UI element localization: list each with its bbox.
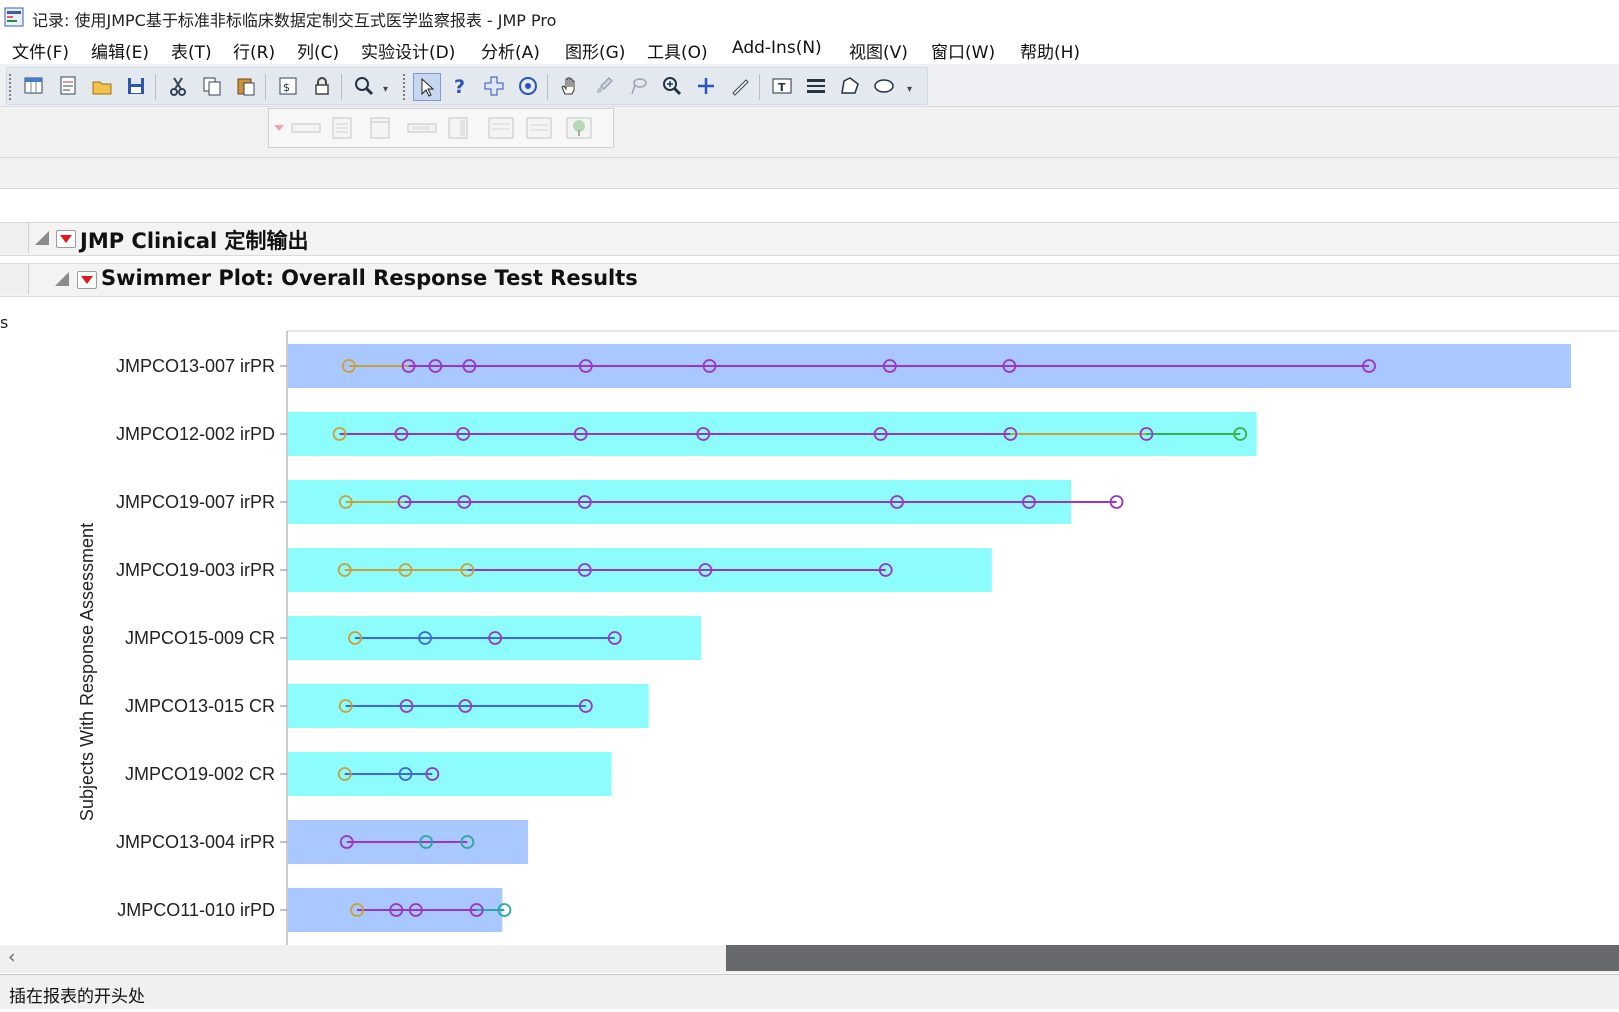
menu-item-0[interactable]: 文件(F) [12, 38, 69, 63]
layout-toolbar [0, 107, 1619, 158]
menu-item-9[interactable]: Add-Ins(N) [732, 38, 822, 58]
red-triangle-menu-icon[interactable] [77, 271, 97, 289]
cut-icon[interactable] [165, 73, 191, 99]
menu-item-7[interactable]: 图形(G) [565, 38, 625, 63]
lasso-icon[interactable] [625, 73, 651, 99]
y-tick-label: JMPCO13-015 CR [125, 696, 275, 716]
search-icon[interactable] [351, 73, 377, 99]
open-icon[interactable] [89, 73, 115, 99]
svg-text:$: $ [283, 81, 290, 94]
target-icon[interactable] [515, 73, 541, 99]
jmp-app-icon [4, 7, 24, 27]
save-icon[interactable] [123, 73, 149, 99]
svg-text:T: T [778, 81, 786, 94]
outline-title-clinical: JMP Clinical 定制输出 [80, 229, 309, 253]
line-tool-icon[interactable] [727, 73, 753, 99]
menu-item-4[interactable]: 列(C) [297, 38, 339, 63]
swimmer-plot-chart[interactable]: Subjects With Response Assessment JMPCO13… [0, 325, 1619, 945]
outline-box-icon[interactable] [485, 115, 517, 141]
ellipse-icon[interactable] [871, 73, 897, 99]
brush-icon[interactable] [591, 73, 617, 99]
menu-item-2[interactable]: 表(T) [171, 38, 212, 63]
outline-title-swimmer: Swimmer Plot: Overall Response Test Resu… [101, 266, 638, 290]
y-tick-label: JMPCO13-004 irPR [116, 832, 275, 852]
v-list-icon[interactable] [329, 115, 355, 141]
disclosure-triangle-icon[interactable] [35, 231, 49, 245]
tab-box-icon[interactable] [405, 115, 439, 141]
hand-icon[interactable] [557, 73, 583, 99]
menu-item-11[interactable]: 窗口(W) [931, 38, 995, 63]
disclosure-triangle-icon[interactable] [55, 272, 69, 286]
outline-gutter [0, 223, 29, 253]
h-list-icon[interactable] [289, 115, 323, 141]
menu-item-6[interactable]: 分析(A) [481, 38, 540, 63]
lines-icon[interactable] [803, 73, 829, 99]
outline-gutter [0, 264, 29, 294]
toolbar-overflow-icon[interactable]: ▾ [383, 84, 388, 95]
y-tick-label: JMPCO15-009 CR [125, 628, 275, 648]
menu-item-10[interactable]: 视图(V) [849, 38, 908, 63]
paste-icon[interactable] [233, 73, 259, 99]
menu-item-12[interactable]: 帮助(H) [1020, 38, 1080, 63]
new-data-table-icon[interactable] [21, 73, 47, 99]
dropdown-icon[interactable] [269, 115, 289, 141]
script-editor-icon[interactable]: $ [275, 73, 301, 99]
help-icon[interactable]: ? [447, 73, 473, 99]
polygon-icon[interactable] [837, 73, 863, 99]
toolbar-panel: $ ▾ ? T ▾ [6, 67, 928, 105]
scroll-left-icon[interactable]: ‹ [8, 946, 16, 968]
scroll-thumb[interactable] [726, 945, 1619, 971]
text-annotate-icon[interactable]: T [769, 73, 795, 99]
y-tick-label: JMPCO19-007 irPR [116, 492, 275, 512]
y-tick-label: JMPCO13-007 irPR [116, 356, 275, 376]
subject-bar[interactable] [288, 752, 612, 796]
status-bar: 插在报表的开头处 [0, 974, 1619, 1009]
svg-text:?: ? [454, 76, 465, 97]
toolbar-grip[interactable] [403, 74, 408, 100]
layout-toolbar-panel [268, 108, 614, 148]
y-tick-label: JMPCO11-010 irPD [117, 900, 275, 920]
arrow-select-icon[interactable] [413, 73, 441, 101]
red-triangle-menu-icon[interactable] [56, 230, 76, 248]
y-axis-title: Subjects With Response Assessment [77, 523, 97, 821]
y-tick-label: JMPCO12-002 irPD [116, 424, 275, 444]
report-header-band [0, 158, 1619, 189]
menu-item-5[interactable]: 实验设计(D) [361, 38, 455, 63]
copy-icon[interactable] [199, 73, 225, 99]
menu-item-3[interactable]: 行(R) [233, 38, 275, 63]
title-bar: 记录: 使用JMPC基于标准非标临床数据定制交互式医学监察报表 - JMP Pr… [0, 0, 1619, 34]
lock-icon[interactable] [309, 73, 335, 99]
window-title: 记录: 使用JMPC基于标准非标临床数据定制交互式医学监察报表 - JMP Pr… [32, 11, 557, 30]
plus-icon[interactable] [693, 73, 719, 99]
horizontal-scrollbar[interactable]: ‹ [0, 945, 1619, 973]
y-tick-label: JMPCO19-002 CR [125, 764, 275, 784]
new-script-icon[interactable] [55, 73, 81, 99]
table-box-icon[interactable] [523, 115, 555, 141]
y-tick-label: JMPCO19-003 irPR [116, 560, 275, 580]
panel-icon[interactable] [367, 115, 393, 141]
toolbar-grip[interactable] [9, 74, 14, 100]
toolbar-overflow-icon[interactable]: ▾ [907, 84, 912, 95]
menu-item-8[interactable]: 工具(O) [647, 38, 708, 63]
outline-swimmer-plot: Swimmer Plot: Overall Response Test Resu… [0, 263, 1619, 297]
menu-bar: 文件(F) 编辑(E) 表(T) 行(R) 列(C) 实验设计(D) 分析(A) 图形(G) 工… [0, 34, 1619, 64]
main-toolbar: $ ▾ ? T ▾ [0, 64, 1619, 107]
tree-icon[interactable] [563, 115, 595, 141]
outline-clinical-output: JMP Clinical 定制输出 [0, 222, 1619, 256]
zoom-icon[interactable] [659, 73, 685, 99]
splitter-icon[interactable] [445, 115, 471, 141]
crosshair-icon[interactable] [481, 73, 507, 99]
status-text: 插在报表的开头处 [9, 987, 145, 1007]
menu-item-1[interactable]: 编辑(E) [91, 38, 149, 63]
